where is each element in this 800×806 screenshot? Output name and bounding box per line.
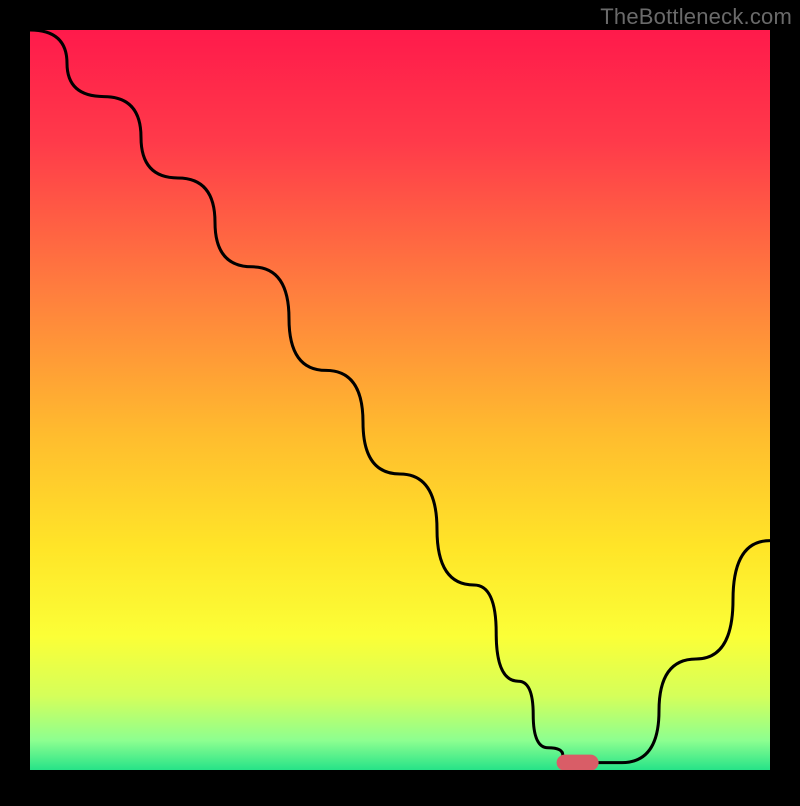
watermark: TheBottleneck.com bbox=[600, 4, 792, 30]
plot-area bbox=[30, 30, 770, 770]
chart-svg bbox=[30, 30, 770, 770]
optimal-marker bbox=[557, 755, 599, 770]
